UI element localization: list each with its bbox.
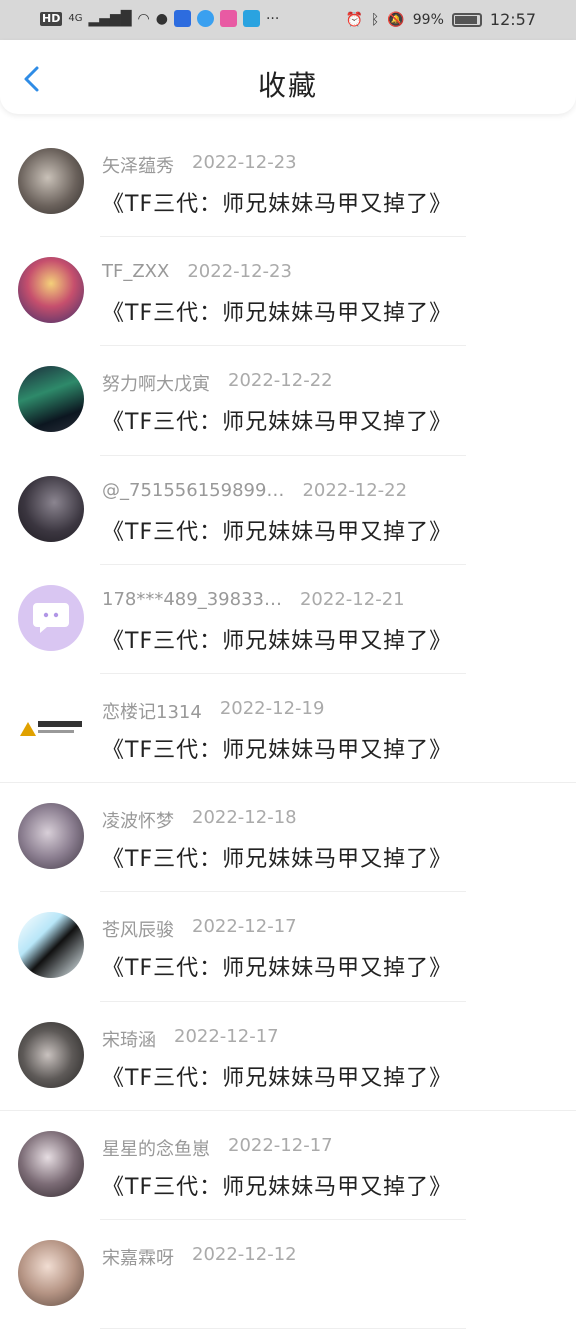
avatar[interactable] — [18, 1239, 84, 1306]
app-icon-3 — [219, 10, 237, 27]
user-name[interactable]: 星星的念鱼崽 — [102, 1135, 210, 1161]
avatar[interactable] — [18, 584, 84, 651]
avatar[interactable] — [18, 148, 84, 214]
network-type: 4G — [68, 13, 83, 24]
user-name[interactable]: 矢泽蕴秀 — [102, 152, 174, 178]
work-title[interactable]: 《TF三代：师兄妹妹马甲又掉了》 — [102, 186, 452, 218]
avatar[interactable] — [18, 257, 84, 324]
favorite-date: 2022-12-22 — [228, 370, 333, 392]
work-title[interactable]: 《TF三代：师兄妹妹马甲又掉了》 — [102, 404, 452, 436]
favorite-date: 2022-12-12 — [192, 1243, 297, 1265]
list-item[interactable]: 恋楼记1314 2022-12-19 《TF三代：师兄妹妹马甲又掉了》 — [0, 674, 576, 784]
favorite-date: 2022-12-19 — [219, 697, 325, 719]
user-name[interactable]: 宋琦涵 — [102, 1026, 156, 1052]
avatar[interactable] — [18, 803, 84, 870]
list-item[interactable]: @_751556159899… 2022-12-22 《TF三代：师兄妹妹马甲又掉… — [0, 456, 576, 565]
favorite-date: 2022-12-22 — [302, 479, 408, 501]
mute-icon: 🔕 — [387, 11, 405, 28]
work-title[interactable]: 《TF三代：师兄妹妹马甲又掉了》 — [102, 950, 452, 982]
avatar[interactable] — [18, 912, 84, 979]
user-name[interactable]: 178***489_39833… — [102, 589, 282, 610]
app-header: 收藏 — [0, 40, 576, 114]
list-item[interactable]: 星星的念鱼崽 2022-12-17 《TF三代：师兄妹妹马甲又掉了》 — [0, 1111, 576, 1221]
work-title[interactable]: 《TF三代：师兄妹妹马甲又掉了》 — [102, 623, 452, 655]
favorite-date: 2022-12-23 — [187, 261, 292, 283]
battery-icon — [451, 12, 482, 27]
favorite-date: 2022-12-17 — [228, 1134, 333, 1156]
user-name[interactable]: 努力啊大戊寅 — [102, 370, 210, 396]
user-name[interactable]: 凌波怀梦 — [102, 807, 174, 833]
favorite-date: 2022-12-17 — [174, 1025, 279, 1047]
user-name[interactable]: 宋嘉霖呀 — [102, 1244, 174, 1270]
page-title: 收藏 — [257, 69, 318, 102]
work-title[interactable]: 《TF三代：师兄妹妹马甲又掉了》 — [102, 1060, 452, 1092]
bluetooth-icon: ᛒ — [370, 11, 380, 28]
avatar[interactable] — [18, 366, 84, 433]
favorite-date: 2022-12-21 — [299, 588, 405, 610]
work-title[interactable]: 《TF三代：师兄妹妹马甲又掉了》 — [102, 841, 452, 873]
user-name[interactable]: 苍风辰骏 — [102, 916, 174, 942]
app-icon-2 — [196, 10, 214, 27]
favorites-list: 矢泽蕴秀 2022-12-23 《TF三代：师兄妹妹马甲又掉了》 TF_ZXX 20… — [0, 128, 576, 1329]
list-item[interactable]: TF_ZXX 2022-12-23 《TF三代：师兄妹妹马甲又掉了》 — [0, 237, 576, 347]
work-title[interactable]: 《TF三代：师兄妹妹马甲又掉了》 — [102, 295, 452, 327]
list-item[interactable]: 凌波怀梦 2022-12-18 《TF三代：师兄妹妹马甲又掉了》 — [0, 783, 576, 893]
alarm-icon: ⏰ — [345, 11, 363, 28]
app-icon-1 — [173, 10, 191, 27]
work-title[interactable]: 《TF三代：师兄妹妹马甲又掉了》 — [102, 1169, 452, 1201]
list-item[interactable]: 苍风辰骏 2022-12-17 《TF三代：师兄妹妹马甲又掉了》 — [0, 892, 576, 1002]
list-item[interactable]: 努力啊大戊寅 2022-12-22 《TF三代：师兄妹妹马甲又掉了》 — [0, 346, 576, 456]
favorite-date: 2022-12-23 — [192, 152, 297, 173]
list-item[interactable]: 矢泽蕴秀 2022-12-23 《TF三代：师兄妹妹马甲又掉了》 — [0, 128, 576, 238]
avatar[interactable] — [18, 1130, 84, 1197]
avatar[interactable] — [18, 475, 84, 542]
chat-bubble-icon — [33, 602, 69, 633]
qq-app-icon: ● — [155, 10, 168, 27]
status-left: HD 4G ▂▄▆█ ◠ ● ··· — [40, 10, 279, 27]
user-name[interactable]: 恋楼记1314 — [102, 698, 202, 724]
wifi-icon: ◠ — [137, 10, 150, 27]
list-item[interactable]: 宋琦涵 2022-12-17 《TF三代：师兄妹妹马甲又掉了》 — [0, 1002, 576, 1111]
work-title[interactable]: 《TF三代：师兄妹妹马甲又掉了》 — [102, 732, 452, 764]
app-icon-4 — [242, 10, 260, 27]
list-item[interactable]: 宋嘉霖呀 2022-12-12 — [0, 1220, 576, 1329]
favorite-date: 2022-12-17 — [192, 916, 297, 938]
user-name[interactable]: @_751556159899… — [102, 480, 284, 501]
list-item[interactable]: 178***489_39833… 2022-12-21 《TF三代：师兄妹妹马甲又… — [0, 565, 576, 675]
status-right: ⏰ ᛒ 🔕 99% 12:57 — [345, 10, 536, 29]
brand-logo-icon — [20, 720, 82, 736]
work-title[interactable]: 《TF三代：师兄妹妹马甲又掉了》 — [102, 514, 452, 546]
more-icon: ··· — [265, 10, 280, 27]
favorite-date: 2022-12-18 — [192, 807, 297, 829]
avatar[interactable] — [18, 1021, 84, 1088]
user-name[interactable]: TF_ZXX — [102, 261, 169, 282]
avatar[interactable] — [18, 693, 84, 760]
hd-badge: HD — [40, 11, 63, 26]
battery-percent: 99% — [412, 11, 444, 28]
signal-icon: ▂▄▆█ — [88, 10, 132, 27]
clock: 12:57 — [489, 10, 536, 29]
status-bar: HD 4G ▂▄▆█ ◠ ● ··· ⏰ ᛒ 🔕 99% 12:57 — [0, 0, 576, 40]
